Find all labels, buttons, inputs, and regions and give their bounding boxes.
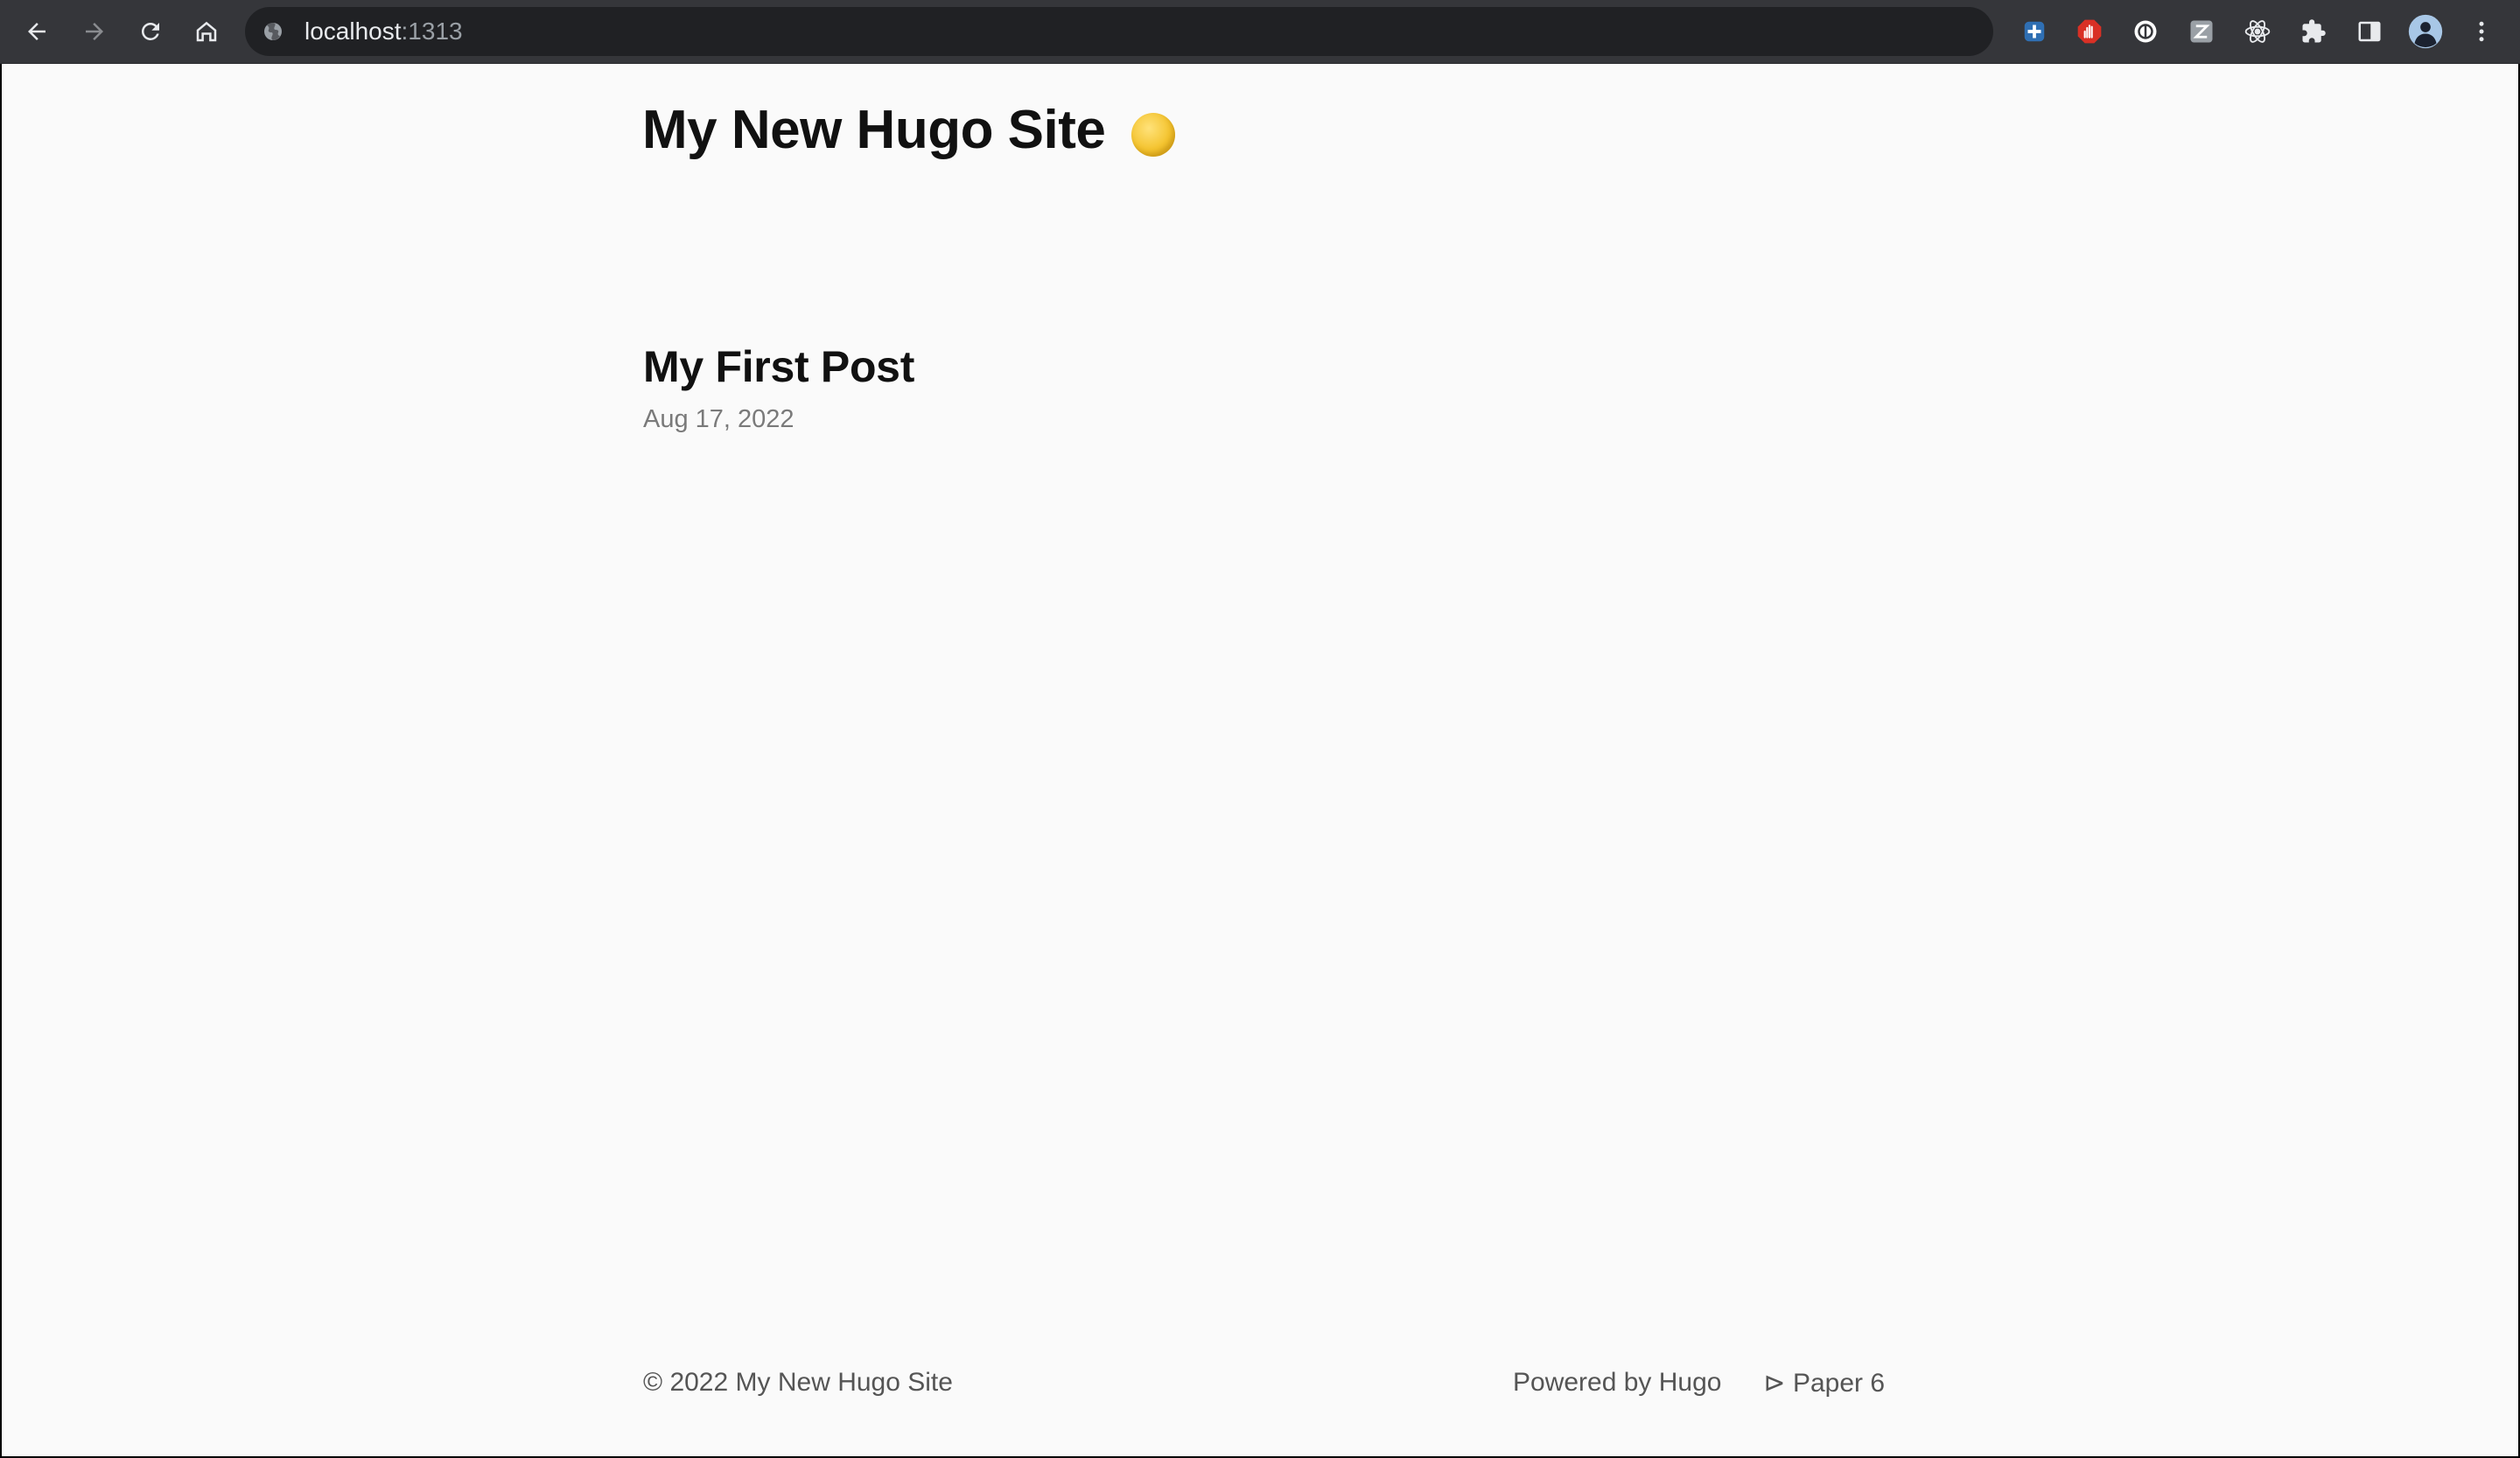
footer-copyright: © 2022 My New Hugo Site [643, 1368, 953, 1397]
footer-links: Powered by Hugo ⊳ Paper 6 [1513, 1368, 1885, 1398]
url-host: localhost [304, 18, 402, 45]
profile-avatar-icon[interactable] [2408, 14, 2443, 49]
sun-icon[interactable] [1131, 113, 1175, 157]
globe-icon[interactable] [262, 21, 284, 42]
url-text: localhost:1313 [304, 7, 463, 56]
page-content: My New Hugo Site My First Post Aug 17, 2… [0, 64, 2520, 1458]
url-port: :1313 [401, 18, 463, 45]
browser-toolbar: localhost:1313 [0, 0, 2520, 64]
extension-puzzle-blue-icon[interactable] [2017, 14, 2052, 49]
home-button[interactable] [187, 12, 226, 51]
window-frame-left [0, 64, 2, 1458]
back-button[interactable] [18, 12, 56, 51]
side-panel-icon[interactable] [2352, 14, 2387, 49]
back-arrow-icon [28, 23, 46, 40]
menu-kebab-icon[interactable] [2464, 14, 2499, 49]
forward-button[interactable] [75, 12, 114, 51]
post-date: Aug 17, 2022 [643, 405, 794, 433]
post-list-item: My First Post Aug 17, 2022 [643, 340, 914, 434]
powered-by-hugo-link[interactable]: Powered by Hugo [1513, 1368, 1721, 1398]
address-bar[interactable]: localhost:1313 [245, 7, 1993, 56]
circle-extension-icon[interactable] [2128, 14, 2163, 49]
post-title-link[interactable]: My First Post [643, 340, 914, 393]
home-icon [196, 21, 217, 42]
forward-arrow-icon [86, 23, 103, 40]
reload-icon [141, 22, 159, 40]
paper-theme-link[interactable]: ⊳ Paper 6 [1763, 1368, 1885, 1398]
react-atom-icon[interactable] [2240, 14, 2275, 49]
zotero-z-icon[interactable] [2184, 14, 2219, 49]
extensions-puzzle-icon[interactable] [2296, 14, 2331, 49]
reload-button[interactable] [131, 12, 170, 51]
site-title[interactable]: My New Hugo Site [642, 99, 1106, 161]
adblock-hand-icon[interactable] [2072, 14, 2107, 49]
